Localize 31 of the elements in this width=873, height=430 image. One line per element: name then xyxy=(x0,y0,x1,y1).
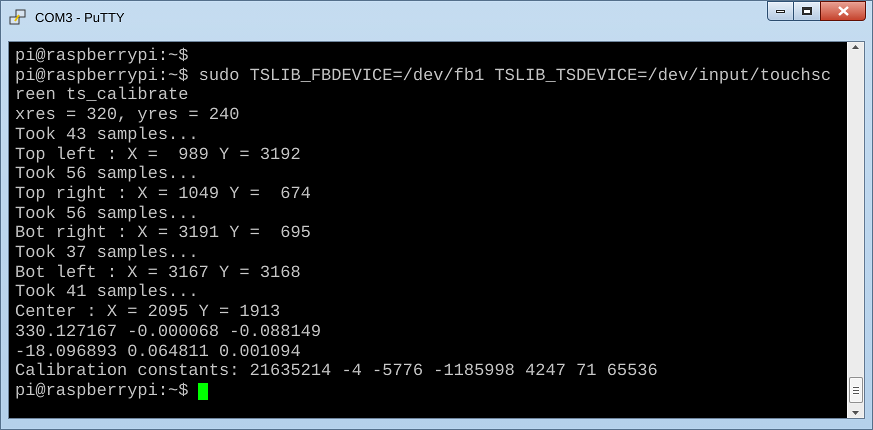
close-icon xyxy=(838,6,848,16)
terminal-line: Calibration constants: 21635214 -4 -5776 -1185998 4247 71 65536 xyxy=(15,362,658,382)
terminal-line: Bot left : X = 3167 Y = 3168 xyxy=(15,264,301,284)
scroll-thumb[interactable] xyxy=(848,377,862,403)
scroll-up-icon[interactable] xyxy=(852,45,859,49)
scrollbar[interactable] xyxy=(847,42,864,418)
terminal-line: Top left : X = 989 Y = 3192 xyxy=(15,146,301,166)
computer-icon xyxy=(9,9,27,27)
window-title: COM3 - PuTTY xyxy=(35,9,125,28)
terminal-line: reen ts_calibrate xyxy=(15,86,188,106)
terminal-prompt: pi@raspberrypi:~$ xyxy=(15,382,188,402)
terminal-line: pi@raspberrypi:~$ xyxy=(15,47,188,67)
terminal-line: -18.096893 0.064811 0.001094 xyxy=(15,342,301,362)
close-button[interactable] xyxy=(820,1,866,21)
minimize-icon xyxy=(776,10,785,12)
cursor-block xyxy=(198,383,208,400)
scroll-down-icon[interactable] xyxy=(852,411,859,415)
terminal-line: pi@raspberrypi:~$ sudo TSLIB_FBDEVICE=/dev/fb1 TSLIB_TSDEVICE=/dev/input/touchsc xyxy=(15,66,832,86)
terminal-line: Took 43 samples... xyxy=(15,126,199,146)
terminal-line: Top right : X = 1049 Y = 674 xyxy=(15,184,311,205)
minimize-button[interactable] xyxy=(767,1,794,21)
maximize-button[interactable] xyxy=(794,1,820,21)
maximize-icon xyxy=(802,7,812,15)
terminal-line: 330.127167 -0.000068 -0.088149 xyxy=(15,322,322,343)
terminal-line: Took 56 samples... xyxy=(15,204,199,224)
terminal-line: Center : X = 2095 Y = 1913 xyxy=(15,303,280,323)
terminal-line: Took 41 samples... xyxy=(15,283,199,304)
terminal-line: Bot right : X = 3191 Y = 695 xyxy=(15,224,311,244)
terminal-line: Took 37 samples... xyxy=(15,244,199,264)
terminal-line: xres = 320, yres = 240 xyxy=(15,106,240,126)
terminal-line: Took 56 samples... xyxy=(15,165,199,185)
